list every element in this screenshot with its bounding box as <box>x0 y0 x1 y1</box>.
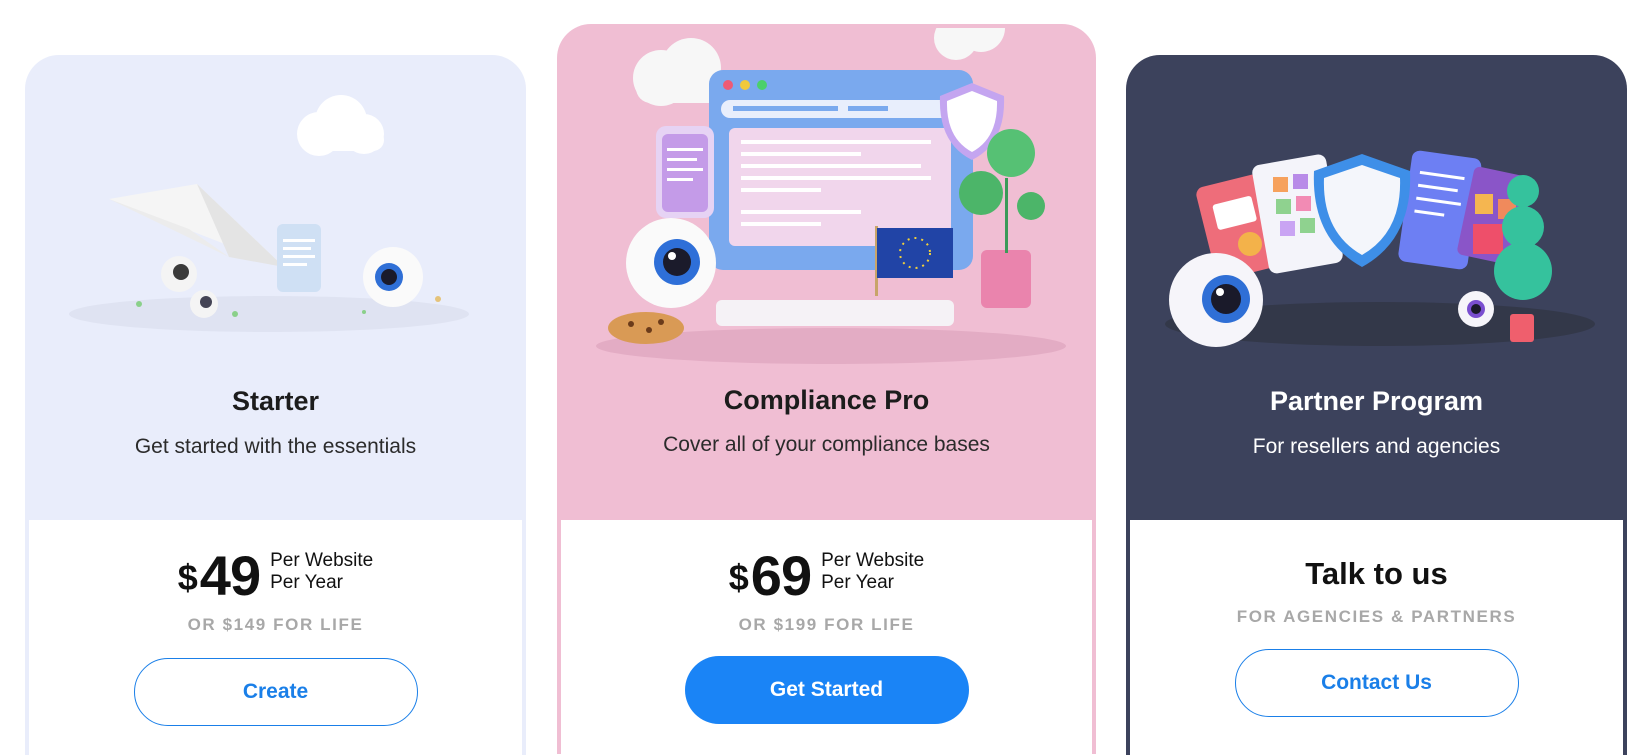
cookie-icon <box>608 312 684 344</box>
lifetime-price: OR $149 FOR LIFE <box>187 615 364 634</box>
documents-shield-eyes-illustration <box>1165 150 1595 347</box>
plan-title: Partner Program <box>1269 386 1484 416</box>
currency-symbol: $ <box>177 557 198 598</box>
plan-pricing: $ 49 Per Website Per Year OR $149 FOR LI… <box>29 520 522 755</box>
eyeball-icon <box>626 218 716 308</box>
browser-shield-eu-flag-illustration <box>596 28 1066 364</box>
create-button[interactable]: Create <box>133 658 418 726</box>
get-started-button[interactable]: Get Started <box>684 656 969 724</box>
price-period: Per Website Per Year <box>821 550 924 594</box>
plan-title: Compliance Pro <box>723 385 930 415</box>
cloud-icon <box>297 95 384 156</box>
price-period-line1: Per Website <box>821 550 925 571</box>
price-amount: 49 <box>199 544 261 607</box>
plan-subtitle: Get started with the essentials <box>134 435 417 458</box>
price-period-line2: Per Year <box>821 572 894 593</box>
price-amount: 69 <box>750 544 812 607</box>
plan-subtitle: For resellers and agencies <box>1252 435 1501 458</box>
paper-plane-icon <box>109 184 284 267</box>
price: $ 69 Per Website Per Year <box>561 544 1092 607</box>
contact-us-button[interactable]: Contact Us <box>1234 649 1519 717</box>
price-period-line2: Per Year <box>270 572 343 593</box>
plan-contact: Talk to us FOR AGENCIES & PARTNERS Conta… <box>1130 520 1623 755</box>
plan-pricing: $ 69 Per Website Per Year OR $199 FOR LI… <box>561 520 1092 754</box>
price-period: Per Website Per Year <box>270 550 373 594</box>
lifetime-price: OR $199 FOR LIFE <box>738 615 915 634</box>
price: $ 49 Per Website Per Year <box>29 544 522 607</box>
eu-flag-icon <box>875 226 953 296</box>
contact-tagline: FOR AGENCIES & PARTNERS <box>1236 607 1517 626</box>
plan-subtitle: Cover all of your compliance bases <box>663 433 990 456</box>
plan-title: Starter <box>231 386 320 416</box>
currency-symbol: $ <box>728 557 749 598</box>
plan-card-partner-program: Partner Program For resellers and agenci… <box>1126 55 1627 755</box>
plan-card-compliance-pro: Compliance Pro Cover all of your complia… <box>557 24 1096 754</box>
paper-plane-eyes-illustration <box>69 95 469 332</box>
plan-card-starter: Starter Get started with the essentials … <box>25 55 526 755</box>
price-period-line1: Per Website <box>270 550 374 571</box>
contact-heading: Talk to us <box>1305 556 1448 591</box>
